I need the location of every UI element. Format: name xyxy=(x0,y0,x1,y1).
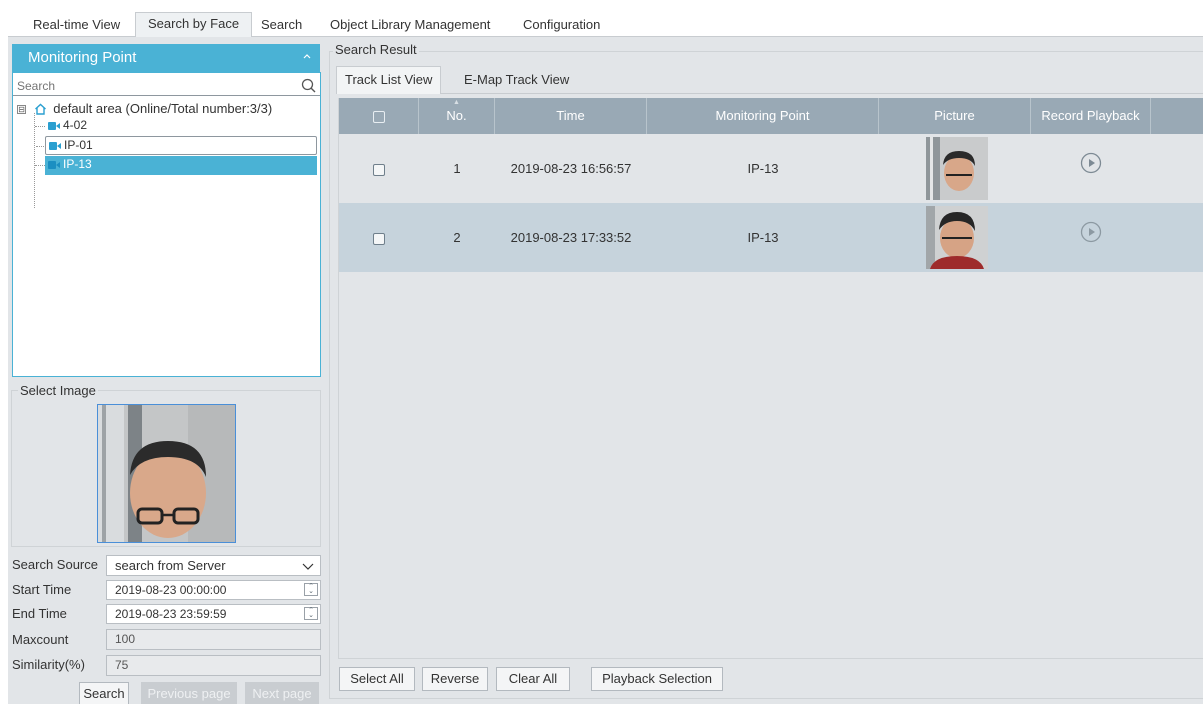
column-header-record-playback[interactable]: Record Playback xyxy=(1031,98,1151,134)
similarity-field[interactable]: 75 xyxy=(106,655,321,676)
maxcount-label: Maxcount xyxy=(12,632,69,647)
select-all-checkbox[interactable] xyxy=(372,110,385,123)
chevron-down-icon[interactable] xyxy=(302,558,314,577)
next-page-button[interactable]: Next page xyxy=(245,682,319,704)
monitoring-point-header[interactable]: Monitoring Point xyxy=(12,44,320,72)
tree-item-label: IP-01 xyxy=(64,138,93,152)
row-picture[interactable] xyxy=(926,137,988,200)
play-icon[interactable] xyxy=(1080,204,1102,273)
select-all-button[interactable]: Select All xyxy=(339,667,415,691)
tab-search[interactable]: Search xyxy=(248,13,315,37)
maxcount-field[interactable]: 100 xyxy=(106,629,321,650)
row-monitoring-point: IP-13 xyxy=(747,161,779,176)
column-header-picture[interactable]: Picture xyxy=(879,98,1031,134)
row-select-cell xyxy=(339,134,419,203)
tab-configuration[interactable]: Configuration xyxy=(510,13,613,37)
tree-root-label: default area (Online/Total number:3/3) xyxy=(53,101,273,116)
playback-selection-button[interactable]: Playback Selection xyxy=(591,667,723,691)
row-checkbox[interactable] xyxy=(373,163,385,176)
tree-item-ip-01[interactable]: IP-01 xyxy=(36,136,317,155)
row-picture[interactable] xyxy=(926,206,988,269)
table-row[interactable]: 1 2019-08-23 16:56:57 IP-13 xyxy=(339,134,1203,203)
top-tab-bar: Real-time View Search by Face Search Obj… xyxy=(8,8,1203,38)
start-time-value: 2019-08-23 00:00:00 xyxy=(115,583,227,597)
tree-connector xyxy=(34,113,35,208)
collapse-icon[interactable]: ⊟ xyxy=(17,105,26,114)
row-time: 2019-08-23 17:33:52 xyxy=(510,230,632,245)
row-playback-cell xyxy=(1031,134,1151,203)
similarity-value: 75 xyxy=(115,658,129,672)
spinner-icon[interactable]: ⌃ ⌄ xyxy=(304,607,318,620)
chevron-up-icon[interactable] xyxy=(302,44,312,72)
row-time: 2019-08-23 16:56:57 xyxy=(510,161,632,176)
row-no: 1 xyxy=(453,161,461,176)
sort-caret-icon: ▲ xyxy=(453,99,460,106)
table-row[interactable]: 2 2019-08-23 17:33:52 IP-13 xyxy=(339,203,1203,272)
tree-item-4-02[interactable]: 4-02 xyxy=(35,117,317,136)
start-time-field[interactable]: 2019-08-23 00:00:00 ⌃ ⌄ xyxy=(106,580,321,600)
tree-item-label: IP-13 xyxy=(63,157,92,171)
row-select-cell xyxy=(339,203,419,272)
tree-item-ip-13[interactable]: IP-13 xyxy=(35,156,317,175)
search-button[interactable]: Search xyxy=(79,682,129,704)
search-source-select[interactable]: search from Server xyxy=(106,555,321,576)
select-image-label: Select Image xyxy=(18,383,98,398)
tab-search-by-face[interactable]: Search by Face xyxy=(135,12,253,38)
face-photo-placeholder xyxy=(98,405,235,542)
search-icon[interactable] xyxy=(301,78,316,96)
play-icon[interactable] xyxy=(1080,135,1102,204)
face-thumbnail xyxy=(926,206,988,269)
home-icon xyxy=(34,103,47,118)
clear-all-button[interactable]: Clear All xyxy=(496,667,570,691)
search-source-label: Search Source xyxy=(12,557,98,572)
camera-icon xyxy=(48,157,60,174)
similarity-label: Similarity(%) xyxy=(12,657,85,672)
monitoring-point-title: Monitoring Point xyxy=(28,49,137,66)
tree-connector xyxy=(36,146,46,147)
column-header-monitoring-point[interactable]: Monitoring Point xyxy=(647,98,879,134)
tab-object-library-management[interactable]: Object Library Management xyxy=(317,13,503,37)
tree-connector xyxy=(35,165,45,166)
start-time-label: Start Time xyxy=(12,582,72,597)
spinner-icon[interactable]: ⌃ ⌄ xyxy=(304,583,318,596)
device-tree: ⊟ default area (Online/Total number:3/3)… xyxy=(12,72,321,377)
end-time-field[interactable]: 2019-08-23 23:59:59 ⌃ ⌄ xyxy=(106,604,321,624)
result-table: ▲ No. Time Monitoring Point Picture Reco… xyxy=(338,98,1203,659)
face-thumbnail xyxy=(926,137,988,200)
previous-page-button[interactable]: Previous page xyxy=(141,682,237,704)
tab-real-time-view[interactable]: Real-time View xyxy=(20,13,133,37)
reverse-button[interactable]: Reverse xyxy=(422,667,488,691)
column-header-time[interactable]: Time xyxy=(495,98,647,134)
end-time-value: 2019-08-23 23:59:59 xyxy=(115,607,227,621)
maxcount-value: 100 xyxy=(115,632,136,646)
header-select-all-cell xyxy=(339,98,419,134)
column-header-no[interactable]: ▲ No. xyxy=(419,98,495,134)
row-playback-cell xyxy=(1031,203,1151,272)
row-no: 2 xyxy=(453,230,461,245)
tree-search-input[interactable] xyxy=(13,77,293,95)
tree-item-label: 4-02 xyxy=(63,118,88,132)
search-source-value: search from Server xyxy=(115,558,226,573)
search-result-label: Search Result xyxy=(333,42,419,57)
end-time-label: End Time xyxy=(12,606,67,621)
camera-icon xyxy=(49,138,61,155)
tree-root-node[interactable]: ⊟ default area (Online/Total number:3/3) xyxy=(17,101,272,118)
tree-search-bar xyxy=(13,77,320,96)
row-checkbox[interactable] xyxy=(373,232,385,245)
tree-connector xyxy=(35,126,45,127)
table-header: ▲ No. Time Monitoring Point Picture Reco… xyxy=(339,98,1203,134)
row-monitoring-point: IP-13 xyxy=(747,230,779,245)
camera-icon xyxy=(48,118,60,135)
selected-face-image[interactable] xyxy=(97,404,236,543)
